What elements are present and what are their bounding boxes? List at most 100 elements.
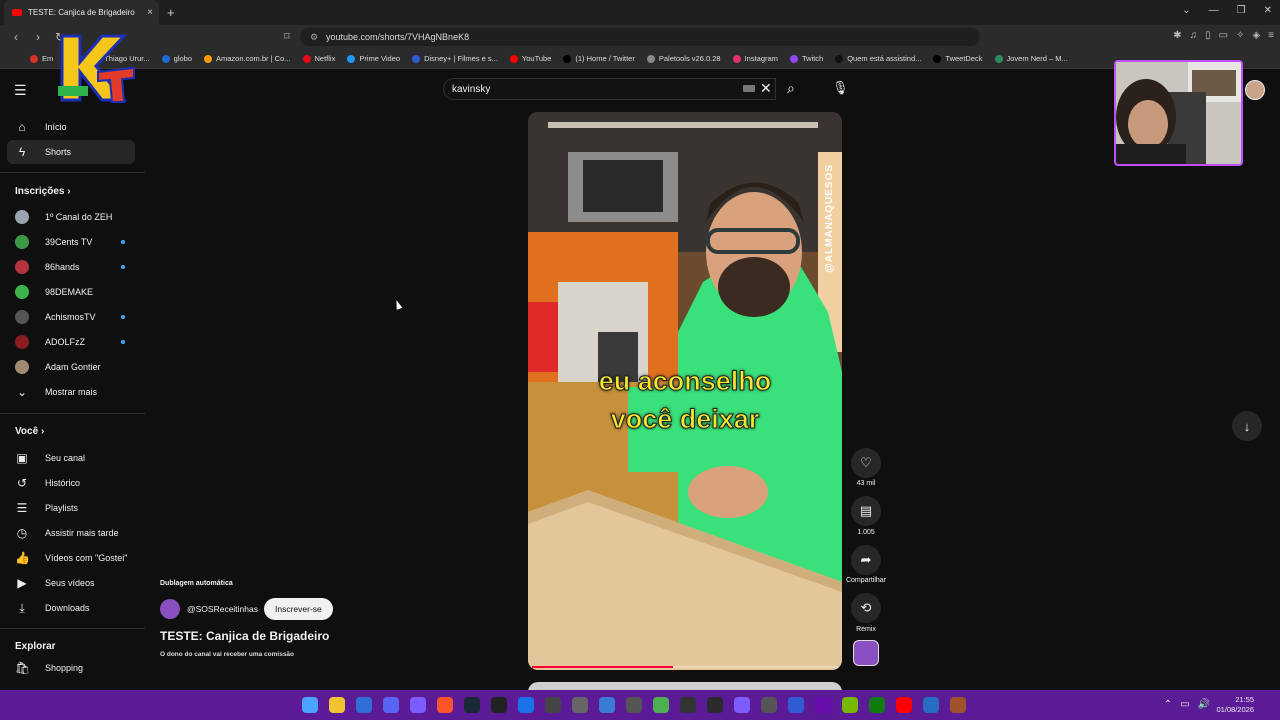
search-icon[interactable]: ⌕ [787,80,795,97]
site-info-icon[interactable]: ⚙ [310,32,318,43]
bookmark-item[interactable]: globo [161,54,192,63]
taskbar-app-icon[interactable] [518,697,534,713]
video-progress-bar[interactable] [532,666,838,668]
sidebar-item[interactable]: ☰ Playlists [7,496,135,520]
sidebar-icon[interactable]: ▯ [1205,30,1211,41]
taskbar-app-icon[interactable] [680,697,696,713]
subscriptions-header[interactable]: Inscrições › [15,186,71,197]
bookmark-icon[interactable]: ⌑ [284,30,290,43]
sidebar-item[interactable]: ϟ Shorts [7,140,135,164]
bookmark-item[interactable]: YouTube [509,54,551,63]
sidebar-item[interactable]: 👍 Vídeos com "Gostei" [7,546,135,570]
clear-search-icon[interactable]: ✕ [760,80,772,97]
sidebar-item[interactable]: ▶ Seus vídeos [7,571,135,595]
taskbar-app-icon[interactable] [950,697,966,713]
sidebar-item[interactable]: ⌂ Início [7,115,135,139]
short-video-player[interactable]: @ALMANAQUESOS eu aconselho você deixar [528,112,842,670]
taskbar-app-icon[interactable] [491,697,507,713]
sidebar-item[interactable]: ↺ Histórico [7,471,135,495]
you-header[interactable]: Você › [15,426,44,437]
new-tab-button[interactable]: + [167,5,175,20]
vpn-icon[interactable]: ◈ [1252,30,1260,41]
menu-icon[interactable]: ≡ [1268,30,1274,41]
subscription-item[interactable]: 86hands [7,255,135,279]
ai-icon[interactable]: ✧ [1236,30,1244,41]
bookmark-item[interactable]: Netflix [302,54,335,63]
taskbar-app-icon[interactable] [329,697,345,713]
extensions-icon[interactable]: ✱ [1173,30,1181,41]
taskbar-app-icon[interactable] [788,697,804,713]
taskbar-app-icon[interactable] [869,697,885,713]
bookmark-item[interactable]: Amazon.com.br | Co... [204,54,291,63]
taskbar-app-icon[interactable] [626,697,642,713]
restore-icon[interactable]: ❐ [1237,5,1246,16]
taskbar-app-icon[interactable] [410,697,426,713]
forward-icon[interactable]: › [32,30,44,44]
subscribe-button[interactable]: Inscrever-se [264,598,333,620]
taskbar-app-icon[interactable] [383,697,399,713]
taskbar-app-icon[interactable] [896,697,912,713]
url-field[interactable]: ⚙ youtube.com/shorts/7VHAgNBneK8 [300,28,980,46]
subscription-item[interactable]: Adam Gontier [7,355,135,379]
tray-chevron-icon[interactable]: ⌃ [1164,699,1172,710]
sidebar-item[interactable]: 🛍 Shopping [7,656,135,680]
video-title[interactable]: TESTE: Canjica de Brigadeiro [160,629,329,643]
network-icon[interactable]: ▭ [1180,699,1189,710]
back-icon[interactable]: ‹ [10,30,22,44]
taskbar-app-icon[interactable] [923,697,939,713]
taskbar-app-icon[interactable] [437,697,453,713]
microphone-icon[interactable]: 🎙 [832,80,849,96]
bookmark-item[interactable]: Em [30,54,53,63]
taskbar-app-icon[interactable] [599,697,615,713]
taskbar-app-icon[interactable] [842,697,858,713]
bookmark-item[interactable]: TweetDeck [933,54,983,63]
close-window-icon[interactable]: ✕ [1264,5,1272,16]
bookmark-item[interactable]: Instagram [732,54,778,63]
taskbar-app-icon[interactable] [761,697,777,713]
subscription-item[interactable]: 1º Canal do ZEH [7,205,135,229]
system-clock[interactable]: 21:55 01/08/2026 [1216,695,1254,715]
taskbar-app-icon[interactable] [734,697,750,713]
comments-button[interactable]: ▤ [851,496,881,526]
bookmark-item[interactable]: Prime Video [347,54,400,63]
guide-menu-icon[interactable]: ☰ [14,82,27,99]
bookmark-item[interactable]: Jovem Nerd – M... [994,54,1068,63]
subscription-item[interactable]: AchismosTV [7,305,135,329]
tab-close-icon[interactable]: × [147,7,153,18]
sidebar-item[interactable]: ⤓ Downloads [7,596,135,620]
bookmark-item[interactable]: (1) Home / Twitter [563,54,635,63]
next-video-button[interactable]: ↓ [1232,411,1262,441]
subscription-item[interactable]: 39Cents TV [7,230,135,254]
remix-button[interactable]: ⟲ [851,593,881,623]
tab-search-icon[interactable]: ⌄ [1182,5,1190,16]
bookmark-item[interactable]: Quem está assistind... [835,54,921,63]
channel-thumbnail[interactable] [853,640,879,666]
taskbar-app-icon[interactable] [815,697,831,713]
account-avatar[interactable] [1245,80,1265,100]
browser-tab[interactable]: TESTE: Canjica de Brigadeiro × [4,0,159,25]
like-button[interactable]: ♡ [851,448,881,478]
subscription-item[interactable]: ADOLFzZ [7,330,135,354]
taskbar-app-icon[interactable] [356,697,372,713]
keyboard-icon[interactable] [743,85,755,92]
subscription-item[interactable]: 98DEMAKE [7,280,135,304]
sidebar-item[interactable]: ⌄ Mostrar mais [7,380,135,404]
taskbar-app-icon[interactable] [707,697,723,713]
taskbar-app-icon[interactable] [545,697,561,713]
bookmark-item[interactable]: Paletools v26.0.28 [646,54,721,63]
taskbar-app-icon[interactable] [653,697,669,713]
taskbar-app-icon[interactable] [302,697,318,713]
volume-icon[interactable]: 🔊 [1198,699,1210,710]
taskbar-app-icon[interactable] [572,697,588,713]
share-button[interactable]: ➦ [851,545,881,575]
minimize-icon[interactable]: — [1209,5,1219,16]
bookmark-item[interactable]: Disney+ | Filmes e s... [412,54,498,63]
wallet-icon[interactable]: ▭ [1219,30,1228,41]
taskbar-app-icon[interactable] [464,697,480,713]
sidebar-item[interactable]: ◷ Assistir mais tarde [7,521,135,545]
search-input[interactable]: kavinsky [443,78,776,100]
channel-avatar[interactable] [160,599,180,619]
bookmark-item[interactable]: Twitch [789,54,823,63]
media-icon[interactable]: ♫ [1190,30,1198,41]
channel-name[interactable]: @SOSReceitinhas [187,604,258,614]
